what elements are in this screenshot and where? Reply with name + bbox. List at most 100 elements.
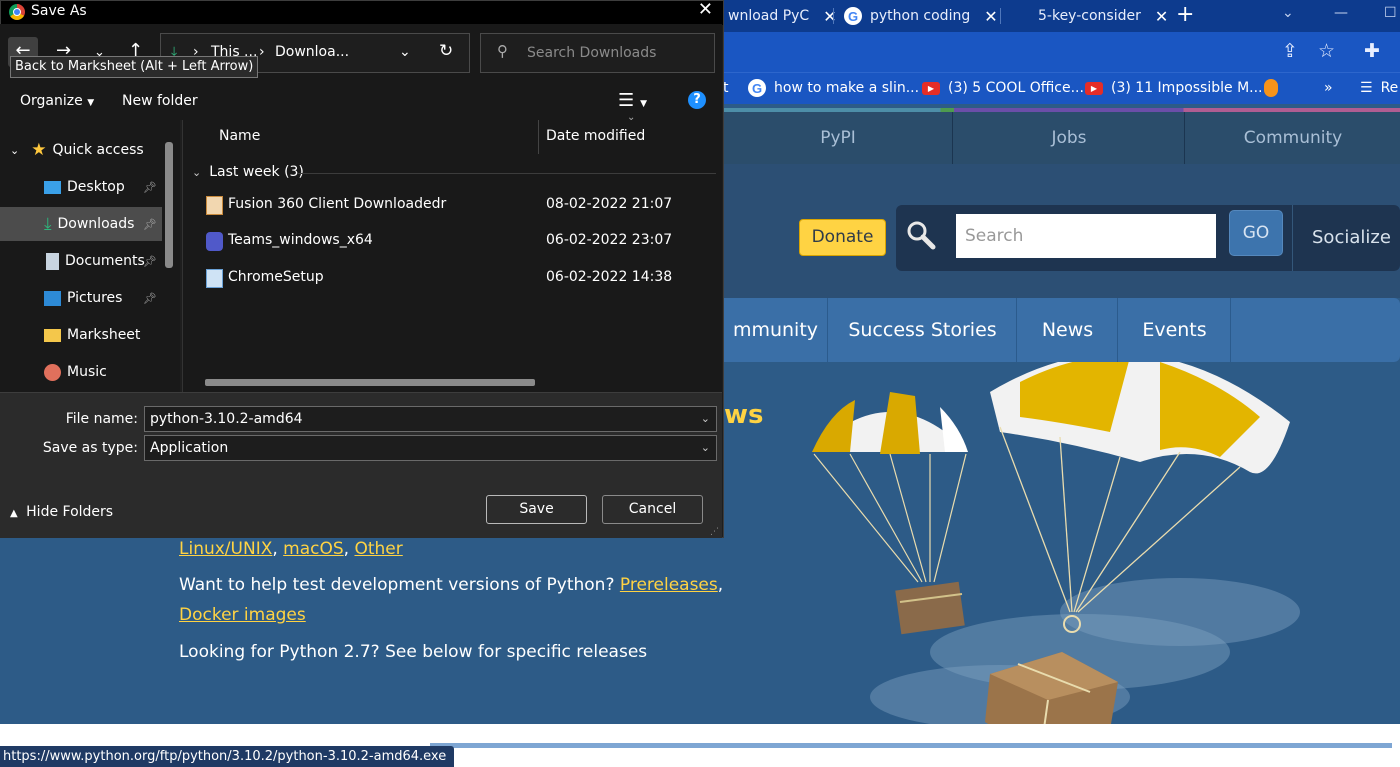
- tab-python-download[interactable]: wnload PyC ✕: [720, 0, 845, 32]
- tab-search-icon[interactable]: ⌄: [1282, 0, 1294, 32]
- save-type-label: Save as type:: [42, 440, 138, 456]
- search-downloads[interactable]: ⚲ Search Downloads: [480, 33, 715, 73]
- nav-scrollbar[interactable]: [165, 142, 173, 268]
- file-list-scrollbar[interactable]: [205, 379, 535, 386]
- column-separator[interactable]: [538, 120, 539, 154]
- hide-folders-button[interactable]: ▲ Hide Folders: [10, 504, 113, 520]
- chevron-down-icon[interactable]: ⌄: [701, 436, 710, 460]
- organize-button[interactable]: Organize ▼: [20, 93, 94, 109]
- chrome-icon: [9, 4, 25, 20]
- close-tab-icon[interactable]: ✕: [1155, 7, 1168, 26]
- share-icon[interactable]: ⇪: [1282, 40, 1298, 62]
- chevron-down-icon[interactable]: ⌄: [399, 44, 411, 60]
- socialize-link[interactable]: Socialize: [1292, 205, 1400, 271]
- sort-chevron-icon: ⌄: [627, 112, 636, 123]
- bookmark-item[interactable]: ▶ (3) 11 Impossible M...: [1085, 72, 1263, 104]
- star-icon: ★: [31, 140, 47, 160]
- bitcoin-icon[interactable]: [1264, 72, 1278, 104]
- reading-list-label: Re: [1380, 80, 1399, 96]
- topnav-jobs[interactable]: Jobs: [954, 112, 1185, 164]
- maximize-icon[interactable]: ☐: [1384, 0, 1397, 32]
- file-row[interactable]: Teams_windows_x64 06-02-2022 23:07: [200, 227, 720, 257]
- file-name-label: File name:: [65, 411, 138, 427]
- reading-list-button[interactable]: ☰ Re: [1360, 72, 1398, 104]
- link-other[interactable]: Other: [354, 539, 402, 559]
- view-options-icon[interactable]: ☰ ▼: [618, 90, 647, 111]
- nav-music[interactable]: Music: [0, 355, 162, 389]
- file-date: 06-02-2022 23:07: [546, 232, 673, 248]
- column-header-date[interactable]: Date modified: [546, 128, 645, 144]
- mainnav-news[interactable]: News: [1018, 298, 1118, 362]
- nav-marksheet[interactable]: Marksheet: [0, 318, 162, 352]
- new-tab-icon[interactable]: +: [1176, 0, 1194, 32]
- pin-icon[interactable]: 📌︎: [143, 181, 157, 194]
- docker-images-link[interactable]: Docker images: [179, 605, 306, 625]
- tab-python-coding[interactable]: G python coding ✕: [836, 0, 1006, 32]
- close-tab-icon[interactable]: ✕: [984, 7, 997, 26]
- pin-icon[interactable]: 📌︎: [143, 218, 157, 231]
- prereleases-link[interactable]: Prereleases: [620, 575, 718, 595]
- favorite-star-icon[interactable]: ☆: [1318, 40, 1335, 62]
- tab-label: 5-key-consider: [1038, 8, 1141, 24]
- mainnav-success-stories[interactable]: Success Stories: [829, 298, 1017, 362]
- status-url: https://www.python.org/ftp/python/3.10.2…: [0, 746, 455, 767]
- command-bar: [0, 84, 722, 120]
- tab-label: wnload PyC: [728, 8, 810, 24]
- file-row[interactable]: Fusion 360 Client Downloadedr 08-02-2022…: [200, 191, 720, 221]
- teams-icon: [206, 232, 223, 251]
- link-macos[interactable]: macOS: [283, 539, 344, 559]
- group-divider: [298, 173, 716, 174]
- file-name: Fusion 360 Client Downloadedr: [228, 196, 447, 212]
- google-icon: G: [748, 79, 766, 97]
- nav-label: Music: [67, 364, 107, 380]
- chevron-up-icon: ▲: [10, 508, 18, 519]
- tab-5-key[interactable]: 5-key-consider ✕: [1030, 0, 1176, 32]
- site-search-input[interactable]: [956, 214, 1216, 258]
- nav-desktop[interactable]: Desktop 📌︎: [0, 170, 162, 204]
- topnav-pypi[interactable]: PyPI: [724, 112, 953, 164]
- nav-pictures[interactable]: Pictures 📌︎: [0, 281, 162, 315]
- pin-icon[interactable]: 📌︎: [143, 292, 157, 305]
- column-header-name[interactable]: Name: [219, 128, 260, 144]
- pin-icon[interactable]: 📌︎: [143, 255, 157, 268]
- hide-folders-label: Hide Folders: [26, 504, 114, 520]
- save-button[interactable]: Save: [486, 495, 587, 524]
- help-icon[interactable]: ?: [688, 91, 706, 109]
- nav-label: Desktop: [67, 179, 125, 195]
- breadcrumb-sep-icon: ›: [259, 44, 265, 60]
- file-name-field[interactable]: python-3.10.2-amd64 ⌄: [144, 406, 717, 432]
- nav-documents[interactable]: Documents 📌︎: [0, 244, 162, 278]
- bookmark-item[interactable]: G how to make a slin...: [748, 72, 919, 104]
- tab-label: python coding: [870, 8, 971, 24]
- minimize-icon[interactable]: —: [1334, 0, 1348, 32]
- bookmark-label: (3) 11 Impossible M...: [1111, 80, 1263, 96]
- donate-button[interactable]: Donate: [799, 219, 886, 256]
- reading-list-icon: ☰: [1360, 80, 1373, 96]
- file-name-value: python-3.10.2-amd64: [150, 411, 303, 427]
- file-row[interactable]: ChromeSetup 06-02-2022 14:38: [200, 264, 720, 294]
- bookmarks-more-icon[interactable]: »: [1324, 72, 1333, 104]
- chevron-down-icon[interactable]: ⌄: [701, 407, 710, 431]
- nav-downloads[interactable]: ⤓ Downloads 📌︎: [0, 207, 162, 241]
- desktop-icon: [44, 180, 61, 194]
- save-type-select[interactable]: Application ⌄: [144, 435, 717, 461]
- close-tab-icon[interactable]: ✕: [823, 7, 836, 26]
- tab-separator: [833, 8, 834, 24]
- go-button[interactable]: GO: [1229, 210, 1283, 256]
- group-header-last-week[interactable]: ⌄ Last week (3): [192, 164, 304, 180]
- nav-quick-access[interactable]: ⌄ ★ Quick access: [0, 133, 162, 167]
- mainnav-events[interactable]: Events: [1119, 298, 1231, 362]
- cancel-button[interactable]: Cancel: [602, 495, 703, 524]
- new-folder-button[interactable]: New folder: [122, 93, 198, 109]
- breadcrumb-downloads[interactable]: Downloa...: [275, 44, 349, 60]
- mainnav-community[interactable]: mmunity: [724, 298, 828, 362]
- extensions-icon[interactable]: ✚: [1364, 40, 1380, 62]
- resize-grip-icon[interactable]: ⋰: [710, 527, 719, 537]
- link-linux[interactable]: Linux/UNIX: [179, 539, 272, 559]
- refresh-icon[interactable]: ↻: [439, 41, 453, 61]
- close-icon[interactable]: ✕: [698, 0, 713, 20]
- search-icon: ⚲: [497, 42, 508, 60]
- bookmark-item[interactable]: ▶ (3) 5 COOL Office...: [922, 72, 1084, 104]
- google-icon: G: [844, 7, 862, 25]
- topnav-community[interactable]: Community: [1186, 112, 1400, 164]
